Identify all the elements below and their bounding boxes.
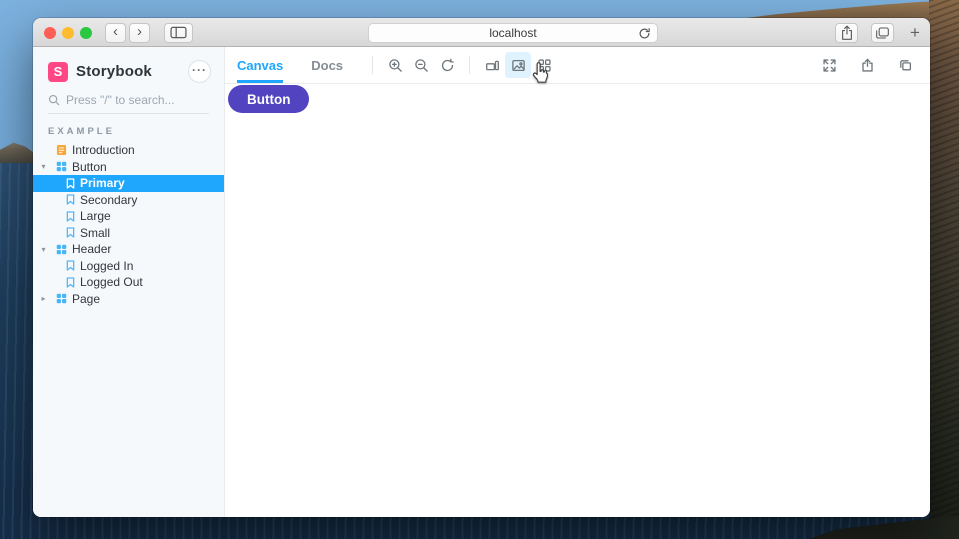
tab-canvas[interactable]: Canvas (237, 47, 283, 83)
component-icon (56, 293, 67, 304)
background-button[interactable] (505, 52, 532, 78)
chevron-right-icon[interactable]: ▸ (37, 294, 50, 303)
app-title: Storybook (76, 63, 152, 80)
sidebar-tree: EXAMPLE Introduction ▾ Button Primary Se… (33, 126, 224, 307)
sidebar-item-button[interactable]: ▾ Button (33, 159, 224, 176)
sidebar-item-label: Page (72, 291, 101, 306)
sidebar-item-label: Primary (80, 176, 125, 191)
traffic-lights (44, 26, 92, 39)
zoom-out-icon (414, 58, 428, 72)
sidebar-menu-button[interactable]: ··· (188, 60, 211, 83)
sidebar-item-page[interactable]: ▸ Page (33, 291, 224, 308)
search-icon (48, 94, 60, 106)
storybook-logo[interactable]: S (48, 61, 68, 82)
story-icon (66, 211, 75, 222)
storybook-sidebar: S Storybook ··· EXAMPLE Introduction ▾ B… (33, 47, 225, 517)
sidebar-item-logged-out[interactable]: Logged Out (33, 274, 224, 291)
chrome-right-buttons: + (835, 22, 923, 43)
toolbar-right-group (816, 52, 918, 78)
forward-button[interactable]: › (129, 22, 150, 43)
share-canvas-icon (861, 58, 873, 72)
reload-icon[interactable] (638, 27, 651, 40)
component-icon (56, 161, 67, 172)
sidebar-item-label: Logged In (80, 258, 134, 273)
section-label-example: EXAMPLE (48, 126, 115, 137)
chevron-down-icon[interactable]: ▾ (37, 245, 50, 254)
tree-rows: Introduction ▾ Button Primary Secondary … (33, 142, 224, 307)
sidebar-toggle-icon (170, 26, 187, 39)
back-icon: ‹ (113, 23, 118, 40)
search-bar[interactable] (48, 93, 209, 114)
zoom-out-button[interactable] (408, 52, 434, 78)
sidebar-item-label: Header (72, 242, 112, 257)
background-icon (511, 59, 525, 71)
sidebar-item-header[interactable]: ▾ Header (33, 241, 224, 258)
share-button[interactable] (835, 22, 858, 43)
zoom-button[interactable] (80, 26, 92, 39)
sidebar-item-label: Secondary (80, 192, 138, 207)
document-icon (56, 144, 67, 156)
toolbar-divider (372, 56, 374, 74)
story-icon (66, 194, 75, 205)
open-canvas-share-button[interactable] (854, 52, 880, 78)
address-bar-url: localhost (489, 25, 537, 40)
story-button[interactable]: Button (228, 85, 310, 113)
copy-canvas-link-button[interactable] (892, 52, 918, 78)
forward-icon: › (137, 23, 142, 40)
sidebar-item-secondary[interactable]: Secondary (33, 192, 224, 209)
component-icon (56, 244, 67, 255)
wallpaper-island-rock (929, 0, 959, 539)
zoom-in-icon (388, 58, 402, 72)
viewport-button[interactable] (479, 52, 505, 78)
chevron-down-icon[interactable]: ▾ (37, 162, 50, 171)
sidebar-item-label: Logged Out (80, 275, 143, 290)
copy-icon (899, 59, 911, 70)
browser-window: ‹ › localhost + S Storybook ··· Press "/… (33, 18, 930, 517)
sidebar-toggle-button[interactable] (164, 22, 193, 43)
sidebar-item-label: Large (80, 209, 111, 224)
toolbar-divider (469, 56, 471, 74)
sidebar-item-logged-in[interactable]: Logged In (33, 258, 224, 275)
story-icon (66, 260, 75, 271)
zoom-in-button[interactable] (382, 52, 408, 78)
sidebar-item-large[interactable]: Large (33, 208, 224, 225)
tab-docs[interactable]: Docs (311, 47, 343, 83)
sidebar-item-label: Button (72, 159, 107, 174)
address-bar[interactable]: localhost (368, 22, 658, 43)
minimize-button[interactable] (62, 26, 74, 39)
grid-icon (537, 58, 551, 72)
back-button[interactable]: ‹ (105, 22, 126, 43)
fullscreen-button[interactable] (816, 52, 842, 78)
zoom-reset-icon (441, 58, 454, 71)
search-input[interactable] (66, 93, 206, 107)
sidebar-item-label: Introduction (72, 143, 135, 158)
viewport-icon (485, 60, 499, 70)
storybook-toolbar: Canvas Docs (225, 47, 930, 84)
preview-column: Canvas Docs Button (225, 47, 930, 517)
tabs-overview-icon (876, 26, 889, 39)
close-button[interactable] (44, 26, 56, 39)
tabs-overview-button[interactable] (871, 22, 894, 43)
brand-row: S Storybook ··· (33, 47, 224, 83)
grid-button[interactable] (531, 52, 557, 78)
sidebar-item-small[interactable]: Small (33, 225, 224, 242)
sidebar-item-primary[interactable]: Primary (33, 175, 224, 192)
story-preview: Button (225, 84, 930, 517)
sidebar-item-label: Small (80, 225, 111, 240)
story-icon (66, 277, 75, 288)
browser-toolbar: ‹ › localhost + (33, 18, 930, 47)
fullscreen-icon (822, 58, 836, 72)
story-icon (66, 178, 75, 189)
share-icon (841, 25, 852, 40)
story-icon (66, 227, 75, 238)
new-tab-button[interactable]: + (907, 23, 923, 43)
sidebar-item-introduction[interactable]: Introduction (33, 142, 224, 159)
app-area: S Storybook ··· EXAMPLE Introduction ▾ B… (33, 47, 930, 517)
zoom-reset-button[interactable] (434, 52, 460, 78)
